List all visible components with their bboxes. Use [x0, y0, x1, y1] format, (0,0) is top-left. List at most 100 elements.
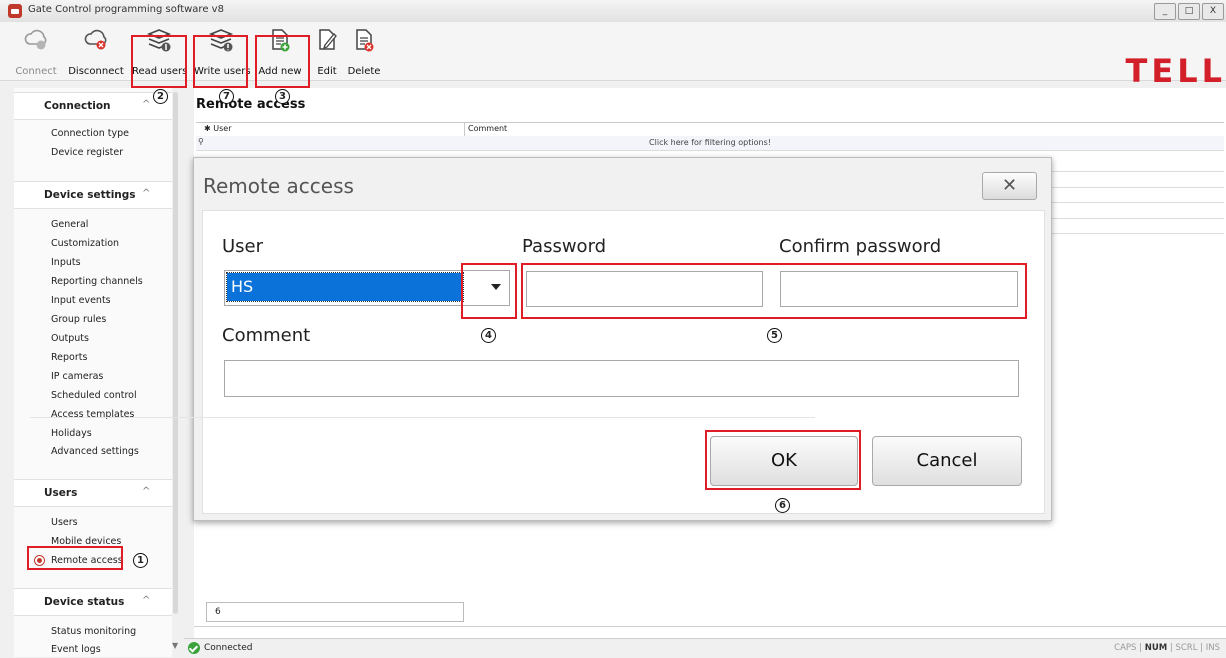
- user-select-value: HS: [226, 272, 464, 302]
- cancel-button[interactable]: Cancel: [872, 436, 1022, 486]
- delete-button[interactable]: Delete: [343, 22, 385, 80]
- tell-logo: TELL: [1125, 52, 1226, 90]
- highlight-user-dropdown: [461, 263, 517, 319]
- dialog-title: Remote access: [203, 174, 354, 198]
- window-title: Gate Control programming software v8: [28, 4, 224, 15]
- record-count: 6: [206, 602, 464, 622]
- highlight-write-users: [193, 35, 248, 88]
- disconnect-button[interactable]: Disconnect: [68, 22, 124, 80]
- group-title: Device status: [44, 596, 125, 608]
- title-bar: Gate Control programming software v8 _ □…: [0, 0, 1226, 23]
- dialog-divider: [30, 417, 815, 418]
- edit-label: Edit: [317, 66, 337, 77]
- column-divider: [464, 123, 465, 136]
- sidebar-item-access-templates[interactable]: Access templates: [51, 409, 134, 420]
- connected-check-icon: [188, 642, 200, 654]
- sidebar-group-device-settings[interactable]: Device settings ^: [14, 181, 172, 209]
- scroll-down-icon[interactable]: ▼: [172, 641, 178, 650]
- group-title: Connection: [44, 100, 111, 112]
- highlight-remote-access: [27, 546, 123, 570]
- column-user-label: User: [213, 124, 232, 133]
- sidebar-item-event-logs[interactable]: Event logs: [51, 644, 101, 655]
- callout-3: 3: [275, 89, 290, 104]
- highlight-password-fields: [521, 263, 1027, 319]
- dialog-close-button[interactable]: ✕: [982, 172, 1037, 200]
- cloud-disconnect-icon: [84, 29, 107, 50]
- window-controls: _ □ X: [1154, 3, 1224, 20]
- num-indicator: NUM: [1144, 643, 1168, 653]
- keyboard-indicators: CAPS | NUM | SCRL | INS: [1114, 643, 1220, 653]
- close-window-button[interactable]: X: [1202, 3, 1224, 20]
- sidebar-item-holidays[interactable]: Holidays: [51, 428, 92, 439]
- status-bar: Connected CAPS | NUM | SCRL | INS: [184, 638, 1226, 658]
- grid-row-line: [1050, 233, 1224, 234]
- filter-row[interactable]: ⚲ Click here for filtering options!: [196, 136, 1224, 151]
- grid-row-line: [1050, 187, 1224, 188]
- grid-header: ✱ User Comment: [196, 122, 1224, 137]
- highlight-read-users: [131, 35, 187, 88]
- grid-row-line: [1050, 218, 1224, 219]
- delete-document-icon: [356, 29, 374, 52]
- user-label: User: [222, 236, 264, 257]
- column-header-comment[interactable]: Comment: [468, 124, 507, 133]
- minimize-button[interactable]: _: [1154, 3, 1176, 20]
- scrollbar-thumb[interactable]: [173, 92, 178, 614]
- sidebar-group-users[interactable]: Users ^: [14, 479, 172, 507]
- confirm-password-label: Confirm password: [779, 236, 942, 257]
- group-title: Users: [44, 487, 78, 499]
- callout-4: 4: [481, 328, 496, 343]
- sidebar-item-input-events[interactable]: Input events: [51, 295, 111, 306]
- comment-label: Comment: [222, 325, 311, 346]
- connection-status: Connected: [204, 643, 253, 653]
- column-header-user[interactable]: ✱ User: [204, 124, 231, 133]
- sidebar-item-customization[interactable]: Customization: [51, 238, 119, 249]
- grid-row-line: [1050, 202, 1224, 203]
- sidebar-item-ip-cameras[interactable]: IP cameras: [51, 371, 103, 382]
- maximize-button[interactable]: □: [1178, 3, 1200, 20]
- highlight-add-new: [255, 35, 310, 88]
- sidebar-item-reports[interactable]: Reports: [51, 352, 87, 363]
- sidebar-group-connection[interactable]: Connection ^: [14, 92, 172, 120]
- sidebar-item-general[interactable]: General: [51, 219, 88, 230]
- chevron-up-icon[interactable]: ^: [142, 99, 150, 110]
- delete-label: Delete: [347, 66, 381, 77]
- connect-label: Connect: [15, 66, 57, 77]
- callout-7: 7: [219, 89, 234, 104]
- password-label: Password: [522, 236, 607, 257]
- close-icon: ✕: [1001, 175, 1018, 196]
- group-title: Device settings: [44, 189, 136, 201]
- chevron-up-icon[interactable]: ^: [142, 486, 150, 497]
- caps-indicator: CAPS: [1114, 643, 1137, 653]
- sidebar-item-scheduled-control[interactable]: Scheduled control: [51, 390, 137, 401]
- footer-divider: [194, 626, 1226, 627]
- chevron-up-icon[interactable]: ^: [142, 188, 150, 199]
- sidebar-item-inputs[interactable]: Inputs: [51, 257, 81, 268]
- app-icon: [8, 4, 22, 18]
- sidebar-item-group-rules[interactable]: Group rules: [51, 314, 106, 325]
- sidebar: Connection ^ Connection type Device regi…: [14, 88, 172, 657]
- callout-2: 2: [153, 89, 168, 104]
- edit-button[interactable]: Edit: [309, 22, 345, 80]
- ins-indicator: INS: [1205, 643, 1220, 653]
- sidebar-group-device-status[interactable]: Device status ^: [14, 588, 172, 616]
- record-count-value: 6: [215, 607, 221, 617]
- edit-document-icon: [319, 29, 337, 50]
- sidebar-scrollbar[interactable]: [172, 88, 180, 657]
- filter-hint[interactable]: Click here for filtering options!: [196, 138, 1224, 147]
- sidebar-item-reporting-channels[interactable]: Reporting channels: [51, 276, 143, 287]
- connect-button[interactable]: Connect: [14, 22, 58, 80]
- chevron-up-icon[interactable]: ^: [142, 595, 150, 606]
- comment-field[interactable]: [224, 360, 1019, 397]
- sidebar-item-advanced-settings[interactable]: Advanced settings: [51, 446, 139, 457]
- grid-row-line: [1050, 171, 1224, 172]
- sidebar-item-connection-type[interactable]: Connection type: [51, 128, 129, 139]
- sidebar-item-outputs[interactable]: Outputs: [51, 333, 89, 344]
- sidebar-item-device-register[interactable]: Device register: [51, 147, 123, 158]
- callout-5: 5: [767, 328, 782, 343]
- sidebar-item-users[interactable]: Users: [51, 517, 78, 528]
- callout-6: 6: [775, 498, 790, 513]
- sidebar-item-status-monitoring[interactable]: Status monitoring: [51, 626, 136, 637]
- disconnect-label: Disconnect: [68, 66, 124, 77]
- highlight-ok-button: [705, 430, 861, 490]
- callout-1: 1: [133, 553, 148, 568]
